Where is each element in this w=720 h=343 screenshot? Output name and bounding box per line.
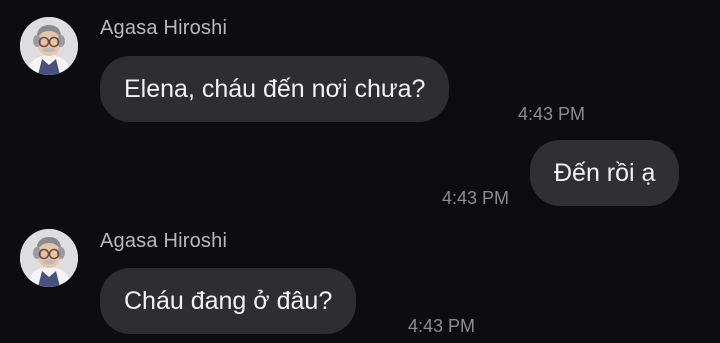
message-bubble[interactable]: Đến rồi ạ bbox=[530, 140, 680, 206]
sender-name: Agasa Hiroshi bbox=[100, 230, 228, 252]
message-bubble[interactable]: Elena, cháu đến nơi chưa? bbox=[100, 56, 450, 122]
message-timestamp: 4:43 PM bbox=[442, 188, 510, 208]
agasa-avatar-icon[interactable] bbox=[20, 17, 78, 75]
agasa-avatar-icon[interactable] bbox=[20, 229, 78, 287]
message-bubble[interactable]: Cháu đang ở đâu? bbox=[100, 268, 357, 334]
chat-message-list: Agasa Hiroshi Elena, cháu đến nơi chưa? … bbox=[0, 0, 720, 343]
message-timestamp: 4:43 PM bbox=[518, 104, 586, 124]
message-timestamp: 4:43 PM bbox=[408, 316, 476, 336]
sender-name: Agasa Hiroshi bbox=[100, 17, 228, 39]
